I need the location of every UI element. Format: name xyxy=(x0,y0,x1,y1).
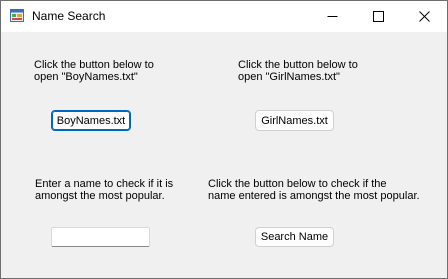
title-bar[interactable]: Name Search xyxy=(1,1,447,32)
maximize-icon xyxy=(372,11,384,22)
name-entry-instruction: Enter a name to check if it is amongst t… xyxy=(35,178,174,202)
close-icon xyxy=(418,11,430,22)
minimize-icon xyxy=(327,11,338,22)
maximize-button[interactable] xyxy=(355,1,401,32)
search-name-button[interactable]: Search Name xyxy=(255,227,334,247)
name-search-window: Name Search Click the button below to op… xyxy=(0,0,448,279)
name-input[interactable] xyxy=(51,227,150,247)
close-button[interactable] xyxy=(401,1,447,32)
minimize-button[interactable] xyxy=(309,1,355,32)
search-instruction: Click the button below to check if the n… xyxy=(208,178,420,202)
girl-names-button[interactable]: GirlNames.txt xyxy=(255,110,334,131)
window-title: Name Search xyxy=(32,9,106,23)
boy-names-instruction: Click the button below to open "BoyNames… xyxy=(34,59,154,83)
winforms-app-icon xyxy=(10,9,24,22)
boy-names-button[interactable]: BoyNames.txt xyxy=(51,110,131,131)
girl-names-instruction: Click the button below to open "GirlName… xyxy=(238,59,358,83)
